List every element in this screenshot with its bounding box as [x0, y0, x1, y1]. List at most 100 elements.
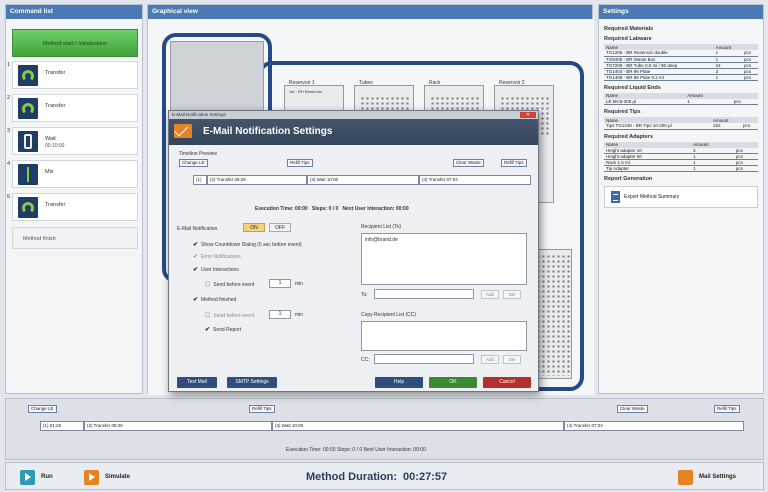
step-label: Transfer	[45, 70, 66, 76]
tips-title: Required Tips	[604, 109, 641, 115]
add-recipient-button[interactable]: Add	[481, 290, 499, 299]
refill-tips-marker-2[interactable]: Refill Tips	[501, 159, 527, 167]
minutes-stepper-1[interactable]: 1	[269, 279, 291, 288]
cancel-button[interactable]: Cancel	[483, 377, 531, 388]
slot-label: Rack	[429, 80, 441, 86]
simulate-button[interactable]: Simulate	[84, 467, 130, 487]
min-label: min	[295, 281, 304, 287]
slot-label: Reservoir 2	[499, 80, 525, 86]
to-input[interactable]	[374, 289, 474, 299]
command-step-4[interactable]: 4 Mix	[7, 160, 138, 188]
recipient-list-label: Recipient List (To)	[361, 224, 402, 230]
minutes-stepper-2[interactable]: 1	[269, 310, 291, 319]
step-label: Transfer	[45, 202, 66, 208]
run-button[interactable]: Run	[20, 467, 53, 487]
change-le-marker[interactable]: Change LE	[28, 405, 57, 413]
command-step-5[interactable]: 5 Transfer	[7, 193, 138, 221]
timeline-segment[interactable]: (4) Transfer 07:04	[564, 421, 744, 431]
wait-icon	[18, 131, 38, 152]
send-report-checkbox[interactable]: ✔ Send Report	[205, 326, 241, 334]
method-start-button[interactable]: Method start / Initialization	[12, 29, 138, 57]
transfer-icon	[18, 98, 38, 119]
liquid-ends-table: Name Amount LE MC8-300 µl 1 pcs	[604, 92, 758, 105]
send-before-event-checkbox[interactable]: ☐ Send before event	[205, 281, 254, 289]
send-before-event-checkbox-2[interactable]: ☐ Send before event	[205, 312, 254, 320]
user-interactions-checkbox[interactable]: ✔ User Interactions	[193, 266, 239, 274]
delete-cc-button[interactable]: Del	[503, 355, 521, 364]
plate-label: 1st - RH Reservoir	[289, 89, 322, 94]
email-settings-dialog: E-Mail Notification Settings ✕ E-Mail No…	[168, 110, 539, 392]
export-summary-button[interactable]: Export Method Summary	[604, 186, 758, 208]
copy-list-label: Copy Recipient List (CC)	[361, 312, 417, 318]
tips-table: Name Amount Tips TG1248 - BR Tips 10-200 …	[604, 117, 758, 130]
step-number: 2	[7, 95, 11, 101]
report-title: Report Generation	[604, 176, 653, 182]
slot-label: Reservoir 1	[289, 80, 315, 86]
refill-tips-marker[interactable]: Refill Tips	[249, 405, 275, 413]
command-step-3[interactable]: 3 Wait 00:10:00	[7, 127, 138, 155]
dialog-title: E-Mail Notification Settings	[203, 126, 333, 137]
step-number: 3	[7, 128, 11, 134]
command-list-header: Command list	[6, 5, 142, 19]
change-le-marker[interactable]: Change LE	[179, 159, 208, 167]
ok-button[interactable]: OK	[429, 377, 477, 388]
labware-table: Name Amount TG1206 - BR Reservoir double 1…	[604, 44, 758, 81]
recipient-list[interactable]: info@brand.de	[361, 233, 527, 285]
wait-duration: 00:10:00	[45, 143, 65, 149]
cc-list[interactable]	[361, 321, 527, 351]
recipient-item[interactable]: info@brand.de	[365, 237, 398, 243]
notification-off-toggle[interactable]: OFF	[269, 223, 291, 232]
cc-label: CC:	[361, 357, 370, 363]
notification-on-toggle[interactable]: ON	[243, 223, 265, 232]
slot-label: Tubes	[359, 80, 373, 86]
delete-recipient-button[interactable]: Del	[503, 290, 521, 299]
adapters-title: Required Adapters	[604, 133, 654, 140]
clear-waste-marker[interactable]: Clear Waste	[453, 159, 484, 167]
mail-icon	[678, 469, 693, 485]
add-cc-button[interactable]: Add	[481, 355, 499, 364]
mail-settings-button[interactable]: Mail Settings	[678, 467, 736, 487]
execution-summary: Execution Time: 00:00 Steps: 0 / 0 Next …	[255, 206, 409, 212]
method-finished-checkbox[interactable]: ✔ Method finished	[193, 296, 236, 304]
command-step-2[interactable]: 2 Transfer	[7, 94, 138, 122]
step-label: Mix	[45, 169, 54, 175]
timeline-segment[interactable]: (1) 01:28	[40, 421, 84, 431]
labware-title: Required Labware	[604, 36, 652, 42]
waste-box[interactable]	[170, 41, 264, 115]
clear-waste-marker[interactable]: Clear Waste	[617, 405, 648, 413]
duration-value: 00:27:57	[403, 471, 448, 483]
timeline-summary: Execution Time: 00:00 Steps: 0 / 0 Next …	[286, 447, 426, 453]
liquid-ends-title: Required Liquid Ends	[604, 84, 661, 91]
timeline-segment[interactable]: (2) Transfer 08:26	[207, 175, 307, 185]
dialog-header: E-Mail Notification Settings	[169, 119, 538, 145]
timeline-segment[interactable]: (4) Transfer 07:04	[419, 175, 531, 185]
refill-tips-marker[interactable]: Refill Tips	[287, 159, 313, 167]
mix-icon	[18, 164, 38, 185]
simulate-icon	[84, 469, 99, 485]
dialog-window-title: E-Mail Notification Settings	[169, 111, 538, 119]
step-number: 5	[7, 194, 11, 200]
close-icon[interactable]: ✕	[520, 112, 536, 118]
error-notifications-checkbox[interactable]: ✔ Error Notifications	[193, 253, 241, 261]
transfer-icon	[18, 197, 38, 218]
graphical-view-header: Graphical view	[148, 5, 592, 19]
timeline-segment[interactable]: (3) Wait 10:00	[307, 175, 419, 185]
countdown-checkbox[interactable]: ✔ Show Countdown Dialog (5 sec before eve…	[193, 241, 302, 249]
transfer-icon	[18, 65, 38, 86]
table-row: Tip Adapter 1 pcs	[604, 165, 758, 172]
timeline-segment[interactable]: (3) Wait 10:00	[272, 421, 564, 431]
timeline-panel: Change LE Refill Tips Clear Waste Refill…	[5, 398, 764, 460]
test-mail-button[interactable]: Test Mail	[177, 377, 217, 388]
smtp-settings-button[interactable]: SMTP Settings	[227, 377, 277, 388]
command-step-1[interactable]: 1 Transfer	[7, 61, 138, 89]
cc-input[interactable]	[374, 354, 474, 364]
method-finish-item[interactable]: Method finish	[12, 227, 138, 249]
bottom-bar: Run Simulate Method Duration: 00:27:57 Ma…	[5, 462, 764, 490]
refill-tips-marker-2[interactable]: Refill Tips	[714, 405, 740, 413]
timeline-segment[interactable]: (1)	[193, 175, 207, 185]
envelope-icon	[174, 124, 192, 138]
help-button[interactable]: Help	[375, 377, 423, 388]
table-row: LE MC8-300 µl 1 pcs	[604, 98, 758, 105]
adapters-table: Name Amount Height adapter 10 2 pcs Height …	[604, 141, 758, 172]
timeline-segment[interactable]: (2) Transfer 08:26	[84, 421, 272, 431]
